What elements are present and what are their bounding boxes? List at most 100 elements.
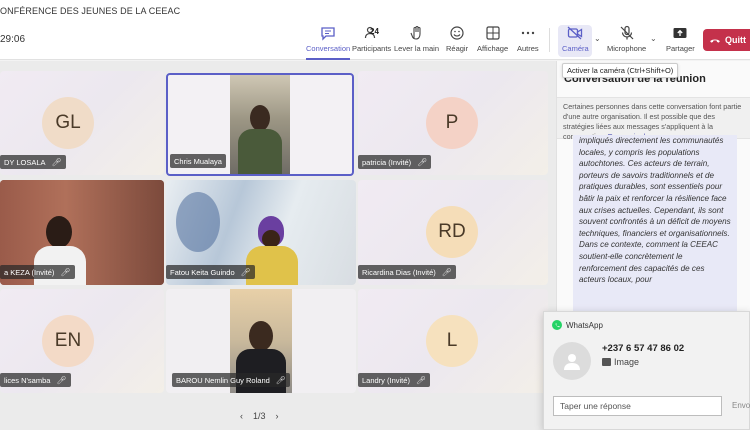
- window-title: ONFÉRENCE DES JEUNES DE LA CEEAC: [0, 6, 181, 16]
- reply-input[interactable]: Taper une réponse: [553, 396, 722, 416]
- camera-tooltip: Activer la caméra (Ctrl+Shift+O): [562, 63, 679, 78]
- participant-name: patricia (Invité): [362, 157, 412, 167]
- gallery-pager: ‹ 1/3 ›: [240, 411, 279, 421]
- notification-app-name: WhatsApp: [566, 320, 603, 330]
- chat-message-text: impliqués directement les communautés lo…: [579, 136, 731, 285]
- background-flag: [176, 192, 220, 252]
- meeting-timer: 29:06: [0, 34, 26, 45]
- camera-button[interactable]: Caméra: [562, 25, 589, 53]
- page-indicator: 1/3: [253, 411, 266, 421]
- mic-muted-icon: 🎤︎: [240, 267, 251, 277]
- participant-name-tag: BAROU Nemlin Guy Roland 🎤︎: [172, 373, 290, 387]
- share-button[interactable]: Partager: [666, 25, 695, 53]
- notification-header: WhatsApp: [552, 320, 603, 330]
- participants-button[interactable]: 24 Participants: [352, 25, 391, 53]
- microphone-button[interactable]: Microphone: [607, 25, 646, 53]
- view-label: Affichage: [477, 44, 509, 53]
- raise-hand-label: Lever la main: [394, 44, 440, 53]
- person-body: [238, 129, 282, 174]
- chat-button[interactable]: Conversation: [306, 25, 351, 60]
- participant-name-tag: DY LOSALA 🎤︎: [0, 155, 66, 169]
- participant-video: [230, 75, 290, 174]
- react-label: Réagir: [446, 44, 469, 53]
- participant-name-tag: a KEZA (Invité) 🎤︎: [0, 265, 75, 279]
- default-user-icon: [564, 354, 580, 370]
- sender-avatar: [553, 342, 591, 380]
- participant-name-tag: lices N'samba 🎤︎: [0, 373, 71, 387]
- whatsapp-logo-icon: [552, 320, 562, 330]
- mic-muted-icon: 🎤︎: [417, 157, 428, 167]
- send-button[interactable]: Envo: [732, 401, 750, 410]
- mic-muted-icon: 🎤︎: [275, 375, 286, 385]
- participant-tile[interactable]: EN lices N'samba 🎤︎: [0, 289, 164, 393]
- react-button[interactable]: Réagir: [446, 25, 468, 53]
- whatsapp-notification[interactable]: WhatsApp +237 6 57 47 86 02 Image Taper …: [543, 311, 750, 430]
- participants-label: Participants: [352, 44, 392, 53]
- notification-preview: Image: [602, 357, 639, 367]
- grid-icon: [485, 26, 500, 40]
- avatar: GL: [42, 97, 94, 149]
- participant-name: a KEZA (Invité): [4, 267, 55, 277]
- participant-name-tag: Landry (Invité) 🎤︎: [358, 373, 431, 387]
- mic-muted-icon: 🎤︎: [441, 267, 452, 277]
- mic-off-icon: [620, 25, 634, 40]
- mic-muted-icon: 🎤︎: [56, 375, 67, 385]
- participant-name: DY LOSALA: [4, 157, 46, 167]
- image-icon: [602, 358, 611, 366]
- chat-label: Conversation: [306, 44, 351, 53]
- participant-name-tag: Ricardina Dias (Invité) 🎤︎: [358, 265, 456, 279]
- smile-icon: [450, 26, 464, 40]
- participant-name: BAROU Nemlin Guy Roland: [176, 375, 270, 385]
- participant-name: Fatou Keita Guindo: [170, 267, 235, 277]
- leave-button[interactable]: Quitt: [703, 29, 750, 51]
- active-tab-indicator: [306, 58, 351, 60]
- participant-tile[interactable]: L Landry (Invité) 🎤︎: [358, 289, 548, 393]
- participant-name: lices N'samba: [4, 375, 51, 385]
- avatar: P: [426, 97, 478, 149]
- participant-tile[interactable]: P patricia (Invité) 🎤︎: [358, 71, 548, 175]
- microphone-options-chevron-icon[interactable]: ⌄: [650, 34, 657, 43]
- toolbar-divider: [549, 28, 550, 52]
- participant-name-tag: Chris Mualaya: [170, 154, 226, 168]
- preview-text: Image: [614, 357, 640, 367]
- camera-off-icon: [567, 26, 583, 40]
- title-bar: ONFÉRENCE DES JEUNES DE LA CEEAC: [0, 0, 750, 22]
- mic-muted-icon: 🎤︎: [51, 157, 62, 167]
- camera-label: Caméra: [562, 44, 589, 53]
- hand-icon: [410, 25, 421, 40]
- leave-label: Quitt: [725, 35, 746, 45]
- participant-count: 24: [370, 27, 379, 36]
- participant-name-tag: Fatou Keita Guindo 🎤︎: [166, 265, 255, 279]
- person-head: [249, 321, 273, 351]
- camera-options-chevron-icon[interactable]: ⌄: [594, 34, 601, 43]
- person-head: [46, 216, 72, 248]
- avatar: EN: [42, 315, 94, 367]
- previous-page-icon[interactable]: ‹: [240, 411, 243, 421]
- meeting-toolbar: 29:06 Conversation 24 Participants Lever…: [0, 22, 750, 60]
- participant-tile[interactable]: a KEZA (Invité) 🎤︎: [0, 180, 164, 285]
- more-icon: [521, 31, 535, 35]
- raise-hand-button[interactable]: Lever la main: [394, 25, 439, 53]
- next-page-icon[interactable]: ›: [276, 411, 279, 421]
- person-head: [250, 105, 270, 131]
- video-gallery: GL DY LOSALA 🎤︎ Chris Mualaya P patricia…: [0, 61, 556, 430]
- participant-tile[interactable]: GL DY LOSALA 🎤︎: [0, 71, 164, 175]
- participant-tile[interactable]: RD Ricardina Dias (Invité) 🎤︎: [358, 180, 548, 285]
- phone-hangup-icon: [710, 39, 720, 43]
- more-label: Autres: [517, 44, 539, 53]
- view-button[interactable]: Affichage: [477, 25, 508, 53]
- participant-name-tag: patricia (Invité) 🎤︎: [358, 155, 432, 169]
- notification-sender: +237 6 57 47 86 02: [602, 343, 685, 354]
- chat-message: impliqués directement les communautés lo…: [573, 135, 737, 311]
- more-button[interactable]: Autres: [517, 25, 539, 53]
- participant-name: Landry (Invité): [362, 375, 410, 385]
- chat-icon: [321, 27, 335, 41]
- share-label: Partager: [666, 44, 695, 53]
- avatar: L: [426, 315, 478, 367]
- external-org-notice: Certaines personnes dans cette conversat…: [557, 97, 750, 141]
- participant-tile[interactable]: Chris Mualaya: [166, 73, 354, 176]
- participant-tile[interactable]: Fatou Keita Guindo 🎤︎: [166, 180, 356, 285]
- participant-name: Ricardina Dias (Invité): [362, 267, 436, 277]
- microphone-label: Microphone: [607, 44, 647, 53]
- participant-tile[interactable]: BAROU Nemlin Guy Roland 🎤︎: [166, 289, 356, 393]
